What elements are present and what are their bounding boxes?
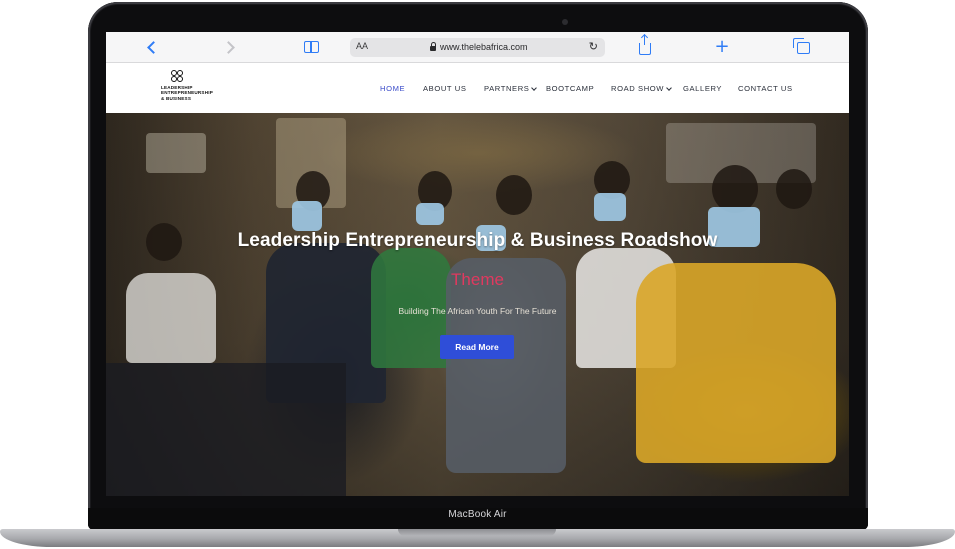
camera-dot bbox=[562, 19, 568, 25]
hinge-notch bbox=[398, 529, 556, 536]
screen: AA www.thelebafrica.com ↻ + LEADERSHIP E… bbox=[106, 32, 849, 496]
hero-theme: Theme bbox=[451, 270, 504, 289]
new-tab-icon[interactable]: + bbox=[714, 38, 730, 56]
nav-about-us[interactable]: ABOUT US bbox=[423, 84, 466, 93]
nav-road-show[interactable]: ROAD SHOW bbox=[611, 84, 672, 93]
text-size-button[interactable]: AA bbox=[356, 41, 368, 51]
address-bar[interactable]: AA www.thelebafrica.com ↻ bbox=[350, 38, 605, 57]
hero-photo bbox=[106, 113, 849, 496]
hero-banner: Leadership Entrepreneurship & Business R… bbox=[106, 113, 849, 496]
back-icon[interactable] bbox=[144, 39, 160, 55]
url-display[interactable]: www.thelebafrica.com bbox=[430, 41, 528, 52]
nav-contact-us[interactable]: CONTACT US bbox=[738, 84, 793, 93]
reload-icon[interactable]: ↻ bbox=[589, 40, 598, 53]
url-text: www.thelebafrica.com bbox=[440, 42, 528, 52]
site-header: LEADERSHIP ENTREPRENEURSHIP & BUSINESS H… bbox=[106, 63, 849, 113]
chevron-down-icon bbox=[666, 84, 672, 91]
nav-gallery[interactable]: GALLERY bbox=[683, 84, 722, 93]
browser-toolbar: AA www.thelebafrica.com ↻ + bbox=[106, 32, 849, 63]
hero-subtitle: Building The African Youth For The Futur… bbox=[398, 306, 557, 316]
bookmarks-icon[interactable] bbox=[303, 39, 319, 55]
laptop-frame: AA www.thelebafrica.com ↻ + LEADERSHIP E… bbox=[0, 0, 955, 549]
chevron-down-icon bbox=[531, 84, 538, 91]
lock-icon bbox=[430, 41, 436, 51]
logo-mark-icon bbox=[171, 70, 185, 84]
tabs-icon[interactable] bbox=[792, 38, 810, 55]
site-logo[interactable]: LEADERSHIP ENTREPRENEURSHIP & BUSINESS bbox=[161, 70, 231, 108]
read-more-button[interactable]: Read More bbox=[440, 335, 514, 359]
share-icon[interactable] bbox=[637, 35, 653, 55]
nav-home[interactable]: HOME bbox=[380, 84, 405, 93]
logo-text: LEADERSHIP ENTREPRENEURSHIP & BUSINESS bbox=[161, 85, 213, 101]
model-label: MacBook Air bbox=[448, 509, 507, 520]
nav-bootcamp[interactable]: BOOTCAMP bbox=[546, 84, 594, 93]
nav-partners[interactable]: PARTNERS bbox=[484, 84, 538, 93]
forward-icon[interactable] bbox=[221, 39, 237, 55]
hero-title: Leadership Entrepreneurship & Business R… bbox=[237, 230, 718, 251]
